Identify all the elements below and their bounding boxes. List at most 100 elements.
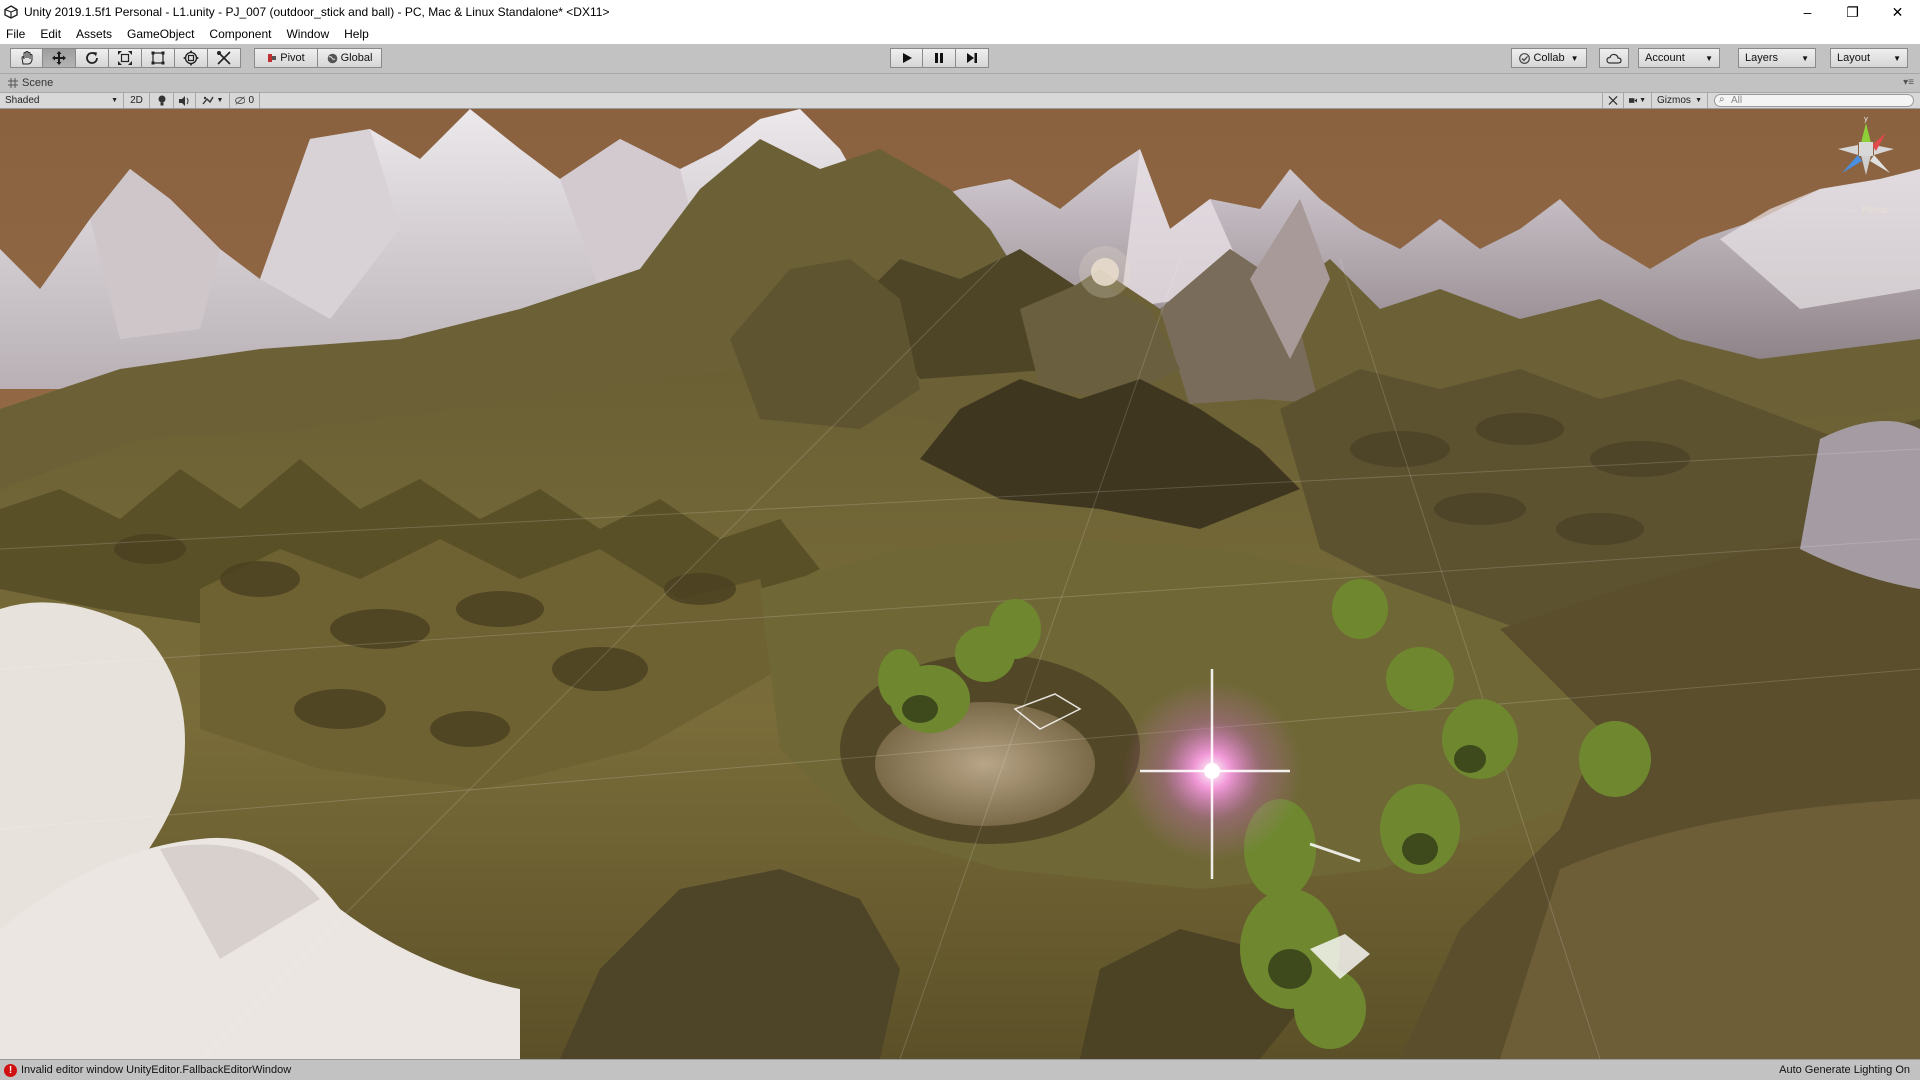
hidden-objects-toggle[interactable]: 0 xyxy=(230,93,260,108)
scene-tab-bar: Scene ▾≡ xyxy=(0,74,1920,92)
unity-logo-icon xyxy=(4,5,18,19)
transform-icon xyxy=(183,50,199,66)
hidden-count: 0 xyxy=(248,95,254,106)
minimize-button[interactable]: – xyxy=(1785,0,1830,24)
layout-dropdown[interactable]: Layout ▼ xyxy=(1830,48,1908,68)
tools-icon xyxy=(217,51,231,65)
camera-dropdown[interactable]: ▼ xyxy=(1624,93,1652,108)
shading-mode-label: Shaded xyxy=(5,95,40,106)
cloud-group xyxy=(1599,48,1629,68)
layers-group: Layers ▼ xyxy=(1738,48,1816,68)
rect-tool-button[interactable] xyxy=(142,48,175,68)
pivot-label: Pivot xyxy=(280,52,305,64)
layers-label: Layers xyxy=(1745,52,1779,64)
chevron-down-icon: ▼ xyxy=(1639,97,1646,104)
gizmos-label: Gizmos xyxy=(1657,95,1691,106)
account-dropdown[interactable]: Account ▼ xyxy=(1638,48,1720,68)
speaker-icon xyxy=(179,95,189,106)
chevron-down-icon: ▼ xyxy=(1570,53,1579,63)
layout-label: Layout xyxy=(1837,52,1871,64)
title-bar: Unity 2019.1.5f1 Personal - L1.unity - P… xyxy=(0,0,1920,24)
global-toggle[interactable]: Global xyxy=(318,48,382,68)
error-message[interactable]: Invalid editor window UnityEditor.Fallba… xyxy=(21,1064,291,1076)
layout-group: Layout ▼ xyxy=(1830,48,1908,68)
menu-edit[interactable]: Edit xyxy=(40,27,61,41)
pivot-icon xyxy=(268,54,277,62)
pause-icon xyxy=(935,53,943,63)
svg-text:y: y xyxy=(1864,115,1868,123)
shading-mode-dropdown[interactable]: Shaded ▼ xyxy=(0,93,124,108)
menu-bar: File Edit Assets GameObject Component Wi… xyxy=(0,24,1920,44)
collab-label: Collab xyxy=(1533,52,1565,64)
audio-toggle[interactable] xyxy=(174,93,196,108)
scene-search-input[interactable]: ⌕ All xyxy=(1714,94,1914,107)
effects-dropdown[interactable]: ▼ xyxy=(196,93,230,108)
rotate-tool-button[interactable] xyxy=(76,48,109,68)
hand-icon xyxy=(20,51,32,65)
2d-toggle[interactable]: 2D xyxy=(124,93,150,108)
cloud-icon xyxy=(1606,53,1622,64)
lighting-status: Auto Generate Lighting On xyxy=(1779,1064,1910,1076)
layers-dropdown[interactable]: Layers ▼ xyxy=(1738,48,1816,68)
chevron-down-icon: ▼ xyxy=(1705,53,1713,63)
menu-assets[interactable]: Assets xyxy=(76,27,112,41)
lighting-toggle[interactable] xyxy=(150,93,174,108)
search-placeholder: All xyxy=(1731,95,1743,106)
status-bar: ! Invalid editor window UnityEditor.Fall… xyxy=(0,1059,1920,1080)
menu-file[interactable]: File xyxy=(6,27,25,41)
transform-tools xyxy=(10,48,241,68)
rect-icon xyxy=(151,51,165,65)
check-circle-icon xyxy=(1519,52,1531,64)
play-controls xyxy=(890,48,989,68)
rotate-icon xyxy=(86,52,98,64)
step-button[interactable] xyxy=(956,48,989,68)
camera-icon xyxy=(1629,98,1638,103)
eye-slash-icon xyxy=(235,96,246,105)
collab-dropdown[interactable]: Collab ▼ xyxy=(1511,48,1587,68)
maximize-button[interactable]: ❐ xyxy=(1830,0,1875,24)
hand-tool-button[interactable] xyxy=(10,48,43,68)
tools-icon xyxy=(1608,95,1618,106)
terrain-render xyxy=(0,109,1920,1059)
chevron-down-icon: ▼ xyxy=(111,97,118,104)
scene-options-bar: Shaded ▼ 2D ▼ 0 ▼ Gizmos ▼ ⌕ All xyxy=(0,92,1920,109)
panel-menu-icon[interactable]: ▾≡ xyxy=(1903,77,1914,88)
globe-icon xyxy=(327,53,337,63)
chevron-down-icon: ▼ xyxy=(1893,53,1901,63)
scale-icon xyxy=(118,51,132,65)
projection-label[interactable]: ← Persp xyxy=(1849,205,1888,216)
orientation-gizmo[interactable]: y xyxy=(1828,115,1904,215)
global-label: Global xyxy=(340,52,373,64)
search-icon: ⌕ xyxy=(1719,94,1725,105)
collab-group: Collab ▼ xyxy=(1511,48,1587,68)
menu-gameobject[interactable]: GameObject xyxy=(127,27,194,41)
account-label: Account xyxy=(1645,52,1685,64)
scene-grid-icon xyxy=(8,78,18,88)
handle-position-group: Pivot Global xyxy=(254,48,382,68)
pause-button[interactable] xyxy=(923,48,956,68)
menu-window[interactable]: Window xyxy=(286,27,329,41)
move-tool-button[interactable] xyxy=(43,48,76,68)
close-button[interactable]: ✕ xyxy=(1875,0,1920,24)
error-icon: ! xyxy=(4,1063,17,1077)
custom-tool-button[interactable] xyxy=(208,48,241,68)
play-icon xyxy=(902,53,912,63)
scene-tools-button[interactable] xyxy=(1602,93,1624,108)
tab-scene[interactable]: Scene xyxy=(8,77,53,89)
gizmos-dropdown[interactable]: Gizmos ▼ xyxy=(1652,93,1708,108)
play-button[interactable] xyxy=(890,48,923,68)
scene-viewport[interactable]: y ← Persp xyxy=(0,109,1920,1059)
cloud-button[interactable] xyxy=(1599,48,1629,68)
move-arrows-icon xyxy=(52,51,66,65)
pivot-toggle[interactable]: Pivot xyxy=(254,48,318,68)
main-toolbar: Pivot Global Collab ▼ Account ▼ Layers ▼… xyxy=(0,44,1920,74)
account-group: Account ▼ xyxy=(1638,48,1720,68)
step-icon xyxy=(967,53,977,63)
menu-component[interactable]: Component xyxy=(209,27,271,41)
transform-tool-button[interactable] xyxy=(175,48,208,68)
chevron-down-icon: ▼ xyxy=(1801,53,1809,63)
chevron-down-icon: ▼ xyxy=(1695,97,1702,104)
menu-help[interactable]: Help xyxy=(344,27,369,41)
light-bulb-icon xyxy=(158,95,165,106)
scale-tool-button[interactable] xyxy=(109,48,142,68)
